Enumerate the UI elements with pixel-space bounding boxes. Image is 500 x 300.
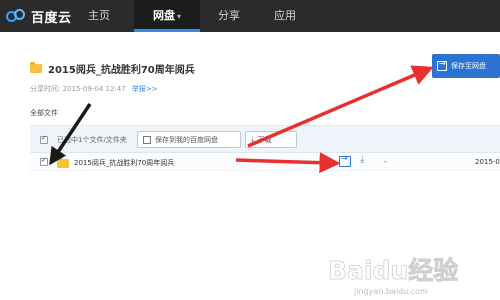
red-arrow-to-save-button <box>247 65 434 148</box>
baidu-jingyan-watermark: Baidu经验 jingyan.baidu.com <box>328 256 459 296</box>
watermark-text: Baidu经验 <box>328 256 458 285</box>
watermark-url: jingyan.baidu.com <box>353 287 428 296</box>
red-arrow-to-row-save <box>235 152 341 174</box>
black-arrow-to-checkbox <box>49 103 92 166</box>
